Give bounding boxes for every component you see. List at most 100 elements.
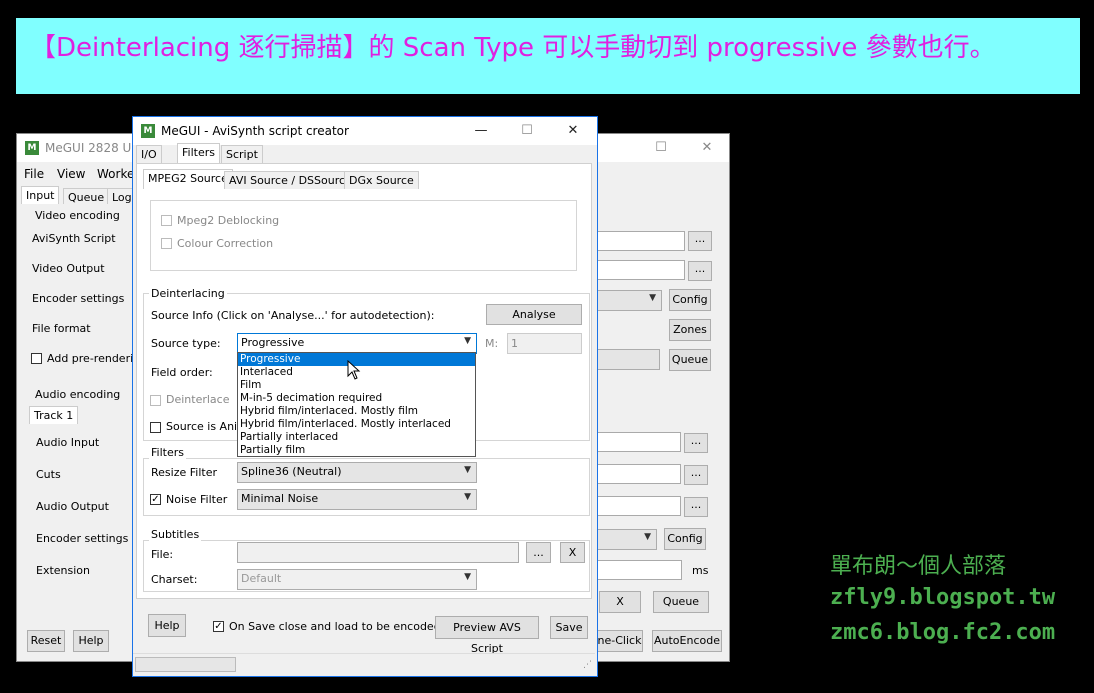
audio-input-label: Audio Input [36,436,100,449]
subtab-dgx-source[interactable]: DGx Source [344,171,419,189]
charset-value: Default [241,572,282,585]
video-queue-button[interactable]: Queue [669,349,711,371]
charset-combo[interactable]: Default ▼ [237,569,477,590]
colour-correction-label: Colour Correction [177,237,274,250]
cuts-label: Cuts [36,468,61,481]
main-close-button[interactable]: ✕ [684,134,730,162]
analyse-button[interactable]: Analyse [486,304,582,325]
dropdown-option[interactable]: M-in-5 decimation required [238,392,475,405]
noise-filter-checkbox[interactable]: ✓ [150,494,161,505]
noise-filter-value: Minimal Noise [241,492,319,505]
audio-encoder-settings-label: Encoder settings [36,532,129,545]
resize-grip-icon[interactable]: ⋰ [583,660,592,670]
menu-view[interactable]: View [57,167,85,181]
source-is-anime-checkbox[interactable] [150,422,161,433]
main-help-button[interactable]: Help [73,630,109,652]
watermark-url-1: zfly9.blogspot.tw [830,585,1056,610]
avisynth-browse-button[interactable]: ... [688,231,712,251]
subtitle-clear-button[interactable]: X [560,542,585,563]
deinterlacing-group-label: Deinterlacing [149,287,227,300]
deinterlace-checkbox[interactable] [150,395,161,406]
noise-filter-label: Noise Filter [166,493,228,506]
chevron-down-icon: ▼ [464,572,471,582]
add-prerender-checkbox[interactable] [31,353,42,364]
deinterlace-label: Deinterlace [166,393,230,406]
dialog-close-button[interactable]: ✕ [550,117,596,145]
dialog-help-button[interactable]: Help [148,614,186,637]
dropdown-option[interactable]: Hybrid film/interlaced. Mostly film [238,405,475,418]
m-stepper[interactable]: 1 [507,333,582,354]
subtitle-file-field[interactable] [237,542,519,563]
audio-output-label: Audio Output [36,500,109,513]
charset-label: Charset: [151,573,198,586]
dropdown-option[interactable]: Film [238,379,475,392]
source-is-anime-label: Source is Anim [166,420,248,433]
on-save-close-label: On Save close and load to be encoded [229,620,441,633]
colour-correction-checkbox[interactable] [161,238,172,249]
on-save-close-checkbox[interactable]: ✓ [213,621,224,632]
file-format-combo[interactable] [596,349,660,370]
audio-encoding-group-label: Audio encoding [35,388,121,401]
chevron-down-icon: ▼ [464,465,471,475]
tab-filters[interactable]: Filters [177,143,220,163]
dialog-minimize-button[interactable]: — [458,117,504,145]
dropdown-option[interactable]: Hybrid film/interlaced. Mostly interlace… [238,418,475,431]
chevron-down-icon: ▼ [644,532,651,542]
menu-file[interactable]: File [24,167,44,181]
delay-field[interactable] [596,560,682,580]
source-type-combo[interactable]: Progressive ▼ [237,333,477,354]
cuts-browse-button[interactable]: ... [684,465,708,485]
encoder-settings-combo[interactable]: ▼ [596,290,662,311]
tab-script[interactable]: Script [221,145,263,163]
zones-button[interactable]: Zones [669,319,711,341]
tab-track-1[interactable]: Track 1 [29,406,79,424]
audio-input-field[interactable] [596,432,681,452]
mpeg2-deblocking-checkbox[interactable] [161,215,172,226]
subtitle-file-label: File: [151,548,174,561]
preview-avs-script-button[interactable]: Preview AVS Script [435,616,539,655]
dialog-title: MeGUI - AviSynth script creator [161,124,349,138]
autoencode-button[interactable]: AutoEncode [652,630,722,652]
progress-bar [135,657,236,672]
dropdown-option[interactable]: Partially film [238,444,475,457]
resize-filter-combo[interactable]: Spline36 (Neutral) ▼ [237,462,477,483]
subtab-avi-source[interactable]: AVI Source / DSSource [224,171,357,189]
tab-queue[interactable]: Queue [63,188,110,204]
ms-label: ms [692,564,709,577]
audio-remove-button[interactable]: X [599,591,641,613]
resize-filter-value: Spline36 (Neutral) [241,465,342,478]
dropdown-option[interactable]: Partially interlaced [238,431,475,444]
cuts-field[interactable] [596,464,681,484]
tab-input[interactable]: Input [21,186,60,204]
m-label: M: [485,337,499,350]
tab-io[interactable]: I/O [136,145,162,163]
menu-workers[interactable]: Worke [97,167,134,181]
audio-input-browse-button[interactable]: ... [684,433,708,453]
one-click-button[interactable]: ne-Click [596,630,643,652]
audio-output-field[interactable] [596,496,681,516]
video-output-field[interactable] [596,260,685,280]
audio-queue-button[interactable]: Queue [653,591,709,613]
subtitle-browse-button[interactable]: ... [526,542,551,563]
subtab-mpeg2-source[interactable]: MPEG2 Source [143,169,233,189]
main-maximize-button[interactable]: ☐ [638,134,684,162]
add-prerender-label: Add pre-renderin [47,352,141,365]
field-order-label: Field order: [151,366,213,379]
video-output-label: Video Output [32,262,105,275]
video-output-browse-button[interactable]: ... [688,261,712,281]
audio-config-button[interactable]: Config [664,528,706,550]
audio-encoder-combo[interactable]: ▼ [596,529,657,550]
watermark-blog-name: 單布朗～個人部落 [830,554,1007,579]
video-config-button[interactable]: Config [669,289,711,311]
save-button[interactable]: Save [550,616,588,639]
megui-app-icon: M [141,124,155,138]
mpeg2-source-panel [150,200,577,271]
dialog-maximize-button[interactable]: ☐ [504,117,550,145]
mouse-cursor-icon [347,360,361,380]
noise-filter-combo[interactable]: Minimal Noise ▼ [237,489,477,510]
reset-button[interactable]: Reset [27,630,65,652]
filters-group-label: Filters [149,446,186,459]
audio-output-browse-button[interactable]: ... [684,497,708,517]
avisynth-script-field[interactable] [596,231,685,251]
resize-filter-label: Resize Filter [151,466,217,479]
